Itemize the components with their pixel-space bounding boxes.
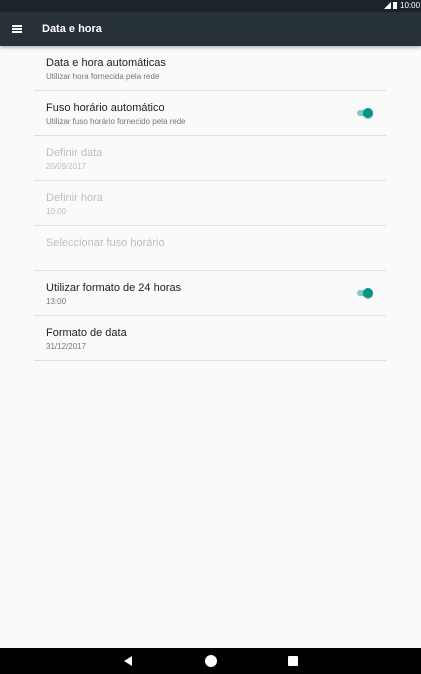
page-title: Data e hora [42, 23, 102, 35]
setting-title: Formato de data [46, 327, 127, 339]
setting-subtitle: Utilizar fuso horário fornecido pela red… [46, 117, 186, 126]
setting-set-time: Definir hora 10:00 [34, 181, 386, 226]
setting-automatic-date-time[interactable]: Data e hora automáticas Utilizar hora fo… [34, 46, 386, 91]
setting-title: Definir hora [46, 192, 103, 204]
settings-list: Data e hora automáticas Utilizar hora fo… [34, 46, 386, 361]
setting-title: Fuso horário automático [46, 102, 165, 114]
setting-subtitle: 13:00 [46, 297, 67, 306]
toggle-thumb [363, 108, 373, 118]
24-hour-format-toggle[interactable] [357, 288, 373, 298]
setting-subtitle: Utilizar hora fornecida pela rede [46, 72, 160, 81]
setting-select-time-zone: Seleccionar fuso horário [34, 226, 386, 271]
status-time: 10:00 [400, 1, 421, 10]
setting-24-hour-format[interactable]: Utilizar formato de 24 horas 13:00 [34, 271, 386, 316]
status-bar: 10:00 [0, 0, 421, 12]
setting-title: Definir data [46, 147, 103, 159]
toggle-thumb [363, 288, 373, 298]
setting-date-format[interactable]: Formato de data 31/12/2017 [34, 316, 386, 361]
setting-subtitle: 31/12/2017 [46, 342, 87, 351]
setting-title: Seleccionar fuso horário [46, 237, 165, 249]
navigation-bar [0, 648, 421, 674]
setting-subtitle: 20/09/2017 [46, 162, 87, 171]
signal-icon [384, 2, 391, 9]
setting-subtitle: 10:00 [46, 207, 67, 216]
setting-title: Utilizar formato de 24 horas [46, 282, 182, 294]
setting-title: Data e hora automáticas [46, 57, 166, 69]
menu-icon[interactable] [12, 25, 22, 33]
setting-set-date: Definir data 20/09/2017 [34, 136, 386, 181]
recent-apps-icon[interactable] [288, 656, 298, 666]
automatic-time-zone-toggle[interactable] [357, 108, 373, 118]
home-icon[interactable] [205, 655, 217, 667]
app-bar: Data e hora [0, 12, 421, 46]
setting-automatic-time-zone[interactable]: Fuso horário automático Utilizar fuso ho… [34, 91, 386, 136]
back-icon[interactable] [124, 656, 132, 666]
battery-icon [393, 2, 397, 9]
